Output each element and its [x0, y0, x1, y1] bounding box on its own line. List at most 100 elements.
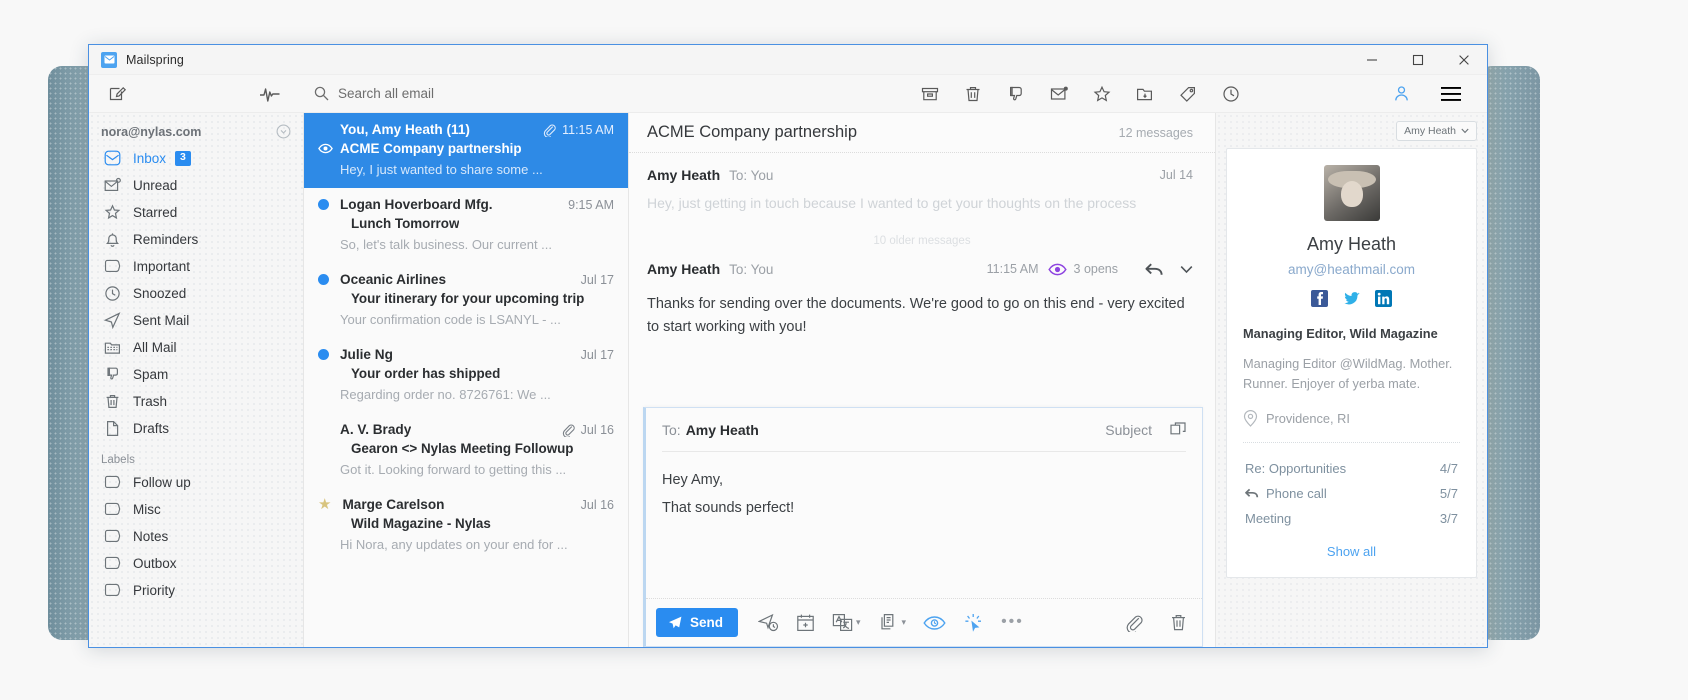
older-messages-divider[interactable]: 10 older messages: [629, 231, 1215, 249]
sidebar-item-notes[interactable]: Notes: [89, 523, 303, 550]
sidebar-item-important[interactable]: Important: [89, 253, 303, 280]
related-link-item[interactable]: Re: Opportunities 4/7: [1243, 456, 1460, 481]
tag-outline-icon: [103, 257, 122, 276]
related-link-count: 5/7: [1439, 485, 1458, 501]
archive-icon[interactable]: [919, 83, 941, 105]
contact-email[interactable]: amy@heathmail.com: [1243, 262, 1460, 277]
sidebar-item-priority[interactable]: Priority: [89, 577, 303, 604]
show-all-link[interactable]: Show all: [1243, 544, 1460, 563]
person-account-icon[interactable]: [1392, 84, 1411, 103]
sidebar-item-drafts[interactable]: Drafts: [89, 415, 303, 442]
search-placeholder: Search all email: [338, 86, 435, 101]
thread-subject: ACME Company partnership: [647, 123, 858, 141]
unread-dot: [318, 199, 329, 210]
eye-opens-tracking-icon: [1047, 263, 1067, 276]
sidebar-item-misc[interactable]: Misc: [89, 496, 303, 523]
sidebar-item-spam[interactable]: Spam: [89, 361, 303, 388]
message-date: 11:15 AM: [986, 262, 1039, 276]
composer-body[interactable]: Hey Amy, That sounds perfect!: [646, 452, 1202, 598]
trash-icon[interactable]: [962, 83, 984, 105]
contact-location: Providence, RI: [1243, 409, 1460, 427]
compose-icon[interactable]: [105, 81, 131, 107]
popout-window-icon[interactable]: [1170, 422, 1188, 437]
composer-to-row[interactable]: To: Amy Heath Subject: [646, 408, 1202, 451]
message-subject: Your order has shipped: [351, 366, 501, 381]
send-button[interactable]: Send: [656, 608, 739, 637]
facebook-icon[interactable]: [1311, 290, 1328, 307]
message-sender: Amy Heath: [647, 261, 721, 277]
templates-icon[interactable]: ▾: [878, 613, 907, 632]
list-item[interactable]: Oceanic Airlines Jul 17 Your itinerary for…: [304, 263, 628, 338]
thread-message-collapsed[interactable]: Amy Heath To: You Jul 14 Hey, just getti…: [629, 153, 1215, 221]
linkedin-icon[interactable]: [1375, 290, 1392, 307]
reply-arrow-icon: [1245, 488, 1259, 499]
message-subject: Wild Magazine - Nylas: [351, 516, 491, 531]
sidebar-item-unread[interactable]: Unread: [89, 172, 303, 199]
sidebar-item-inbox[interactable]: Inbox 3: [89, 145, 303, 172]
read-receipt-badge[interactable]: 3 opens: [1047, 262, 1118, 276]
sidebar-item-sent-mail[interactable]: Sent Mail: [89, 307, 303, 334]
message-list[interactable]: You, Amy Heath (11) 11:15 AM ACME Company …: [304, 113, 629, 647]
discard-trash-icon[interactable]: [1169, 613, 1188, 632]
contact-selector-chip[interactable]: Amy Heath: [1396, 121, 1477, 141]
inbox-icon: [103, 149, 122, 168]
move-to-folder-icon[interactable]: [1134, 83, 1156, 105]
list-item[interactable]: You, Amy Heath (11) 11:15 AM ACME Company …: [304, 113, 628, 188]
message-time: Jul 16: [580, 497, 614, 512]
related-link-item[interactable]: Phone call 5/7: [1243, 481, 1460, 506]
sidebar-item-outbox[interactable]: Outbox: [89, 550, 303, 577]
document-icon: [103, 419, 122, 438]
subject-field[interactable]: Subject: [1105, 422, 1152, 438]
translate-icon[interactable]: ▾: [832, 613, 861, 632]
close-button[interactable]: [1441, 45, 1487, 75]
list-item[interactable]: Logan Hoverboard Mfg. 9:15 AM Lunch Tomorr…: [304, 188, 628, 263]
sidebar-item-reminders[interactable]: Reminders: [89, 226, 303, 253]
chevron-down-icon[interactable]: ▾: [902, 617, 907, 628]
sidebar-item-follow-up[interactable]: Follow up: [89, 469, 303, 496]
composer-line-1: Hey Amy,: [662, 472, 723, 488]
hamburger-menu-icon[interactable]: [1441, 86, 1461, 101]
star-icon[interactable]: [1091, 83, 1113, 105]
message-sender: A. V. Brady: [340, 422, 412, 437]
twitter-icon[interactable]: [1343, 290, 1360, 307]
tag-outline-icon: [103, 581, 122, 600]
chevron-down-circle-icon[interactable]: [276, 124, 291, 139]
chevron-down-icon[interactable]: [1180, 265, 1193, 274]
activity-pulse-icon[interactable]: [258, 82, 282, 106]
composer-toolbar: Send ▾ ▾ •••: [646, 598, 1202, 646]
more-options-dots-icon[interactable]: •••: [1001, 613, 1024, 630]
spam-thumbs-down-icon[interactable]: [1005, 83, 1027, 105]
list-item[interactable]: Julie Ng Jul 17 Your order has shipped Rega…: [304, 338, 628, 413]
maximize-button[interactable]: [1395, 45, 1441, 75]
reply-arrow-icon[interactable]: [1145, 262, 1164, 277]
sidebar-item-label: Sent Mail: [133, 313, 190, 328]
snooze-clock-icon[interactable]: [1220, 83, 1242, 105]
message-time: 11:15 AM: [562, 122, 614, 137]
tag-outline-icon: [103, 527, 122, 546]
unread-count-badge: 3: [175, 151, 191, 166]
list-item[interactable]: A. V. Brady Jul 16 Gearon <> Nylas Meeting…: [304, 413, 628, 488]
sidebar-item-trash[interactable]: Trash: [89, 388, 303, 415]
send-later-icon[interactable]: [758, 613, 779, 632]
related-link-count: 3/7: [1439, 510, 1458, 526]
calendar-availability-icon[interactable]: [796, 613, 815, 632]
minimize-button[interactable]: [1349, 45, 1395, 75]
account-selector[interactable]: nora@nylas.com: [89, 121, 303, 145]
related-link-label: Meeting: [1245, 510, 1292, 526]
sidebar-item-label: All Mail: [133, 340, 177, 355]
paperclip-icon[interactable]: [1124, 613, 1143, 632]
search-input[interactable]: Search all email: [314, 86, 434, 101]
chevron-down-icon[interactable]: ▾: [856, 617, 861, 628]
star-icon[interactable]: ★: [318, 497, 331, 512]
sidebar-item-snoozed[interactable]: Snoozed: [89, 280, 303, 307]
related-link-item[interactable]: Meeting 3/7: [1243, 506, 1460, 531]
link-tracking-cursor-icon[interactable]: [963, 613, 984, 633]
mark-unread-envelope-icon[interactable]: [1048, 83, 1070, 105]
sidebar-item-all-mail[interactable]: All Mail: [89, 334, 303, 361]
contact-name: Amy Heath: [1306, 234, 1397, 254]
read-receipts-eye-icon[interactable]: [923, 615, 946, 631]
tag-label-icon[interactable]: [1177, 83, 1199, 105]
sidebar-item-label: Follow up: [133, 475, 191, 490]
sidebar-item-starred[interactable]: Starred: [89, 199, 303, 226]
list-item[interactable]: ★ Marge Carelson Jul 16 Wild Magazine - Nyl…: [304, 488, 628, 563]
